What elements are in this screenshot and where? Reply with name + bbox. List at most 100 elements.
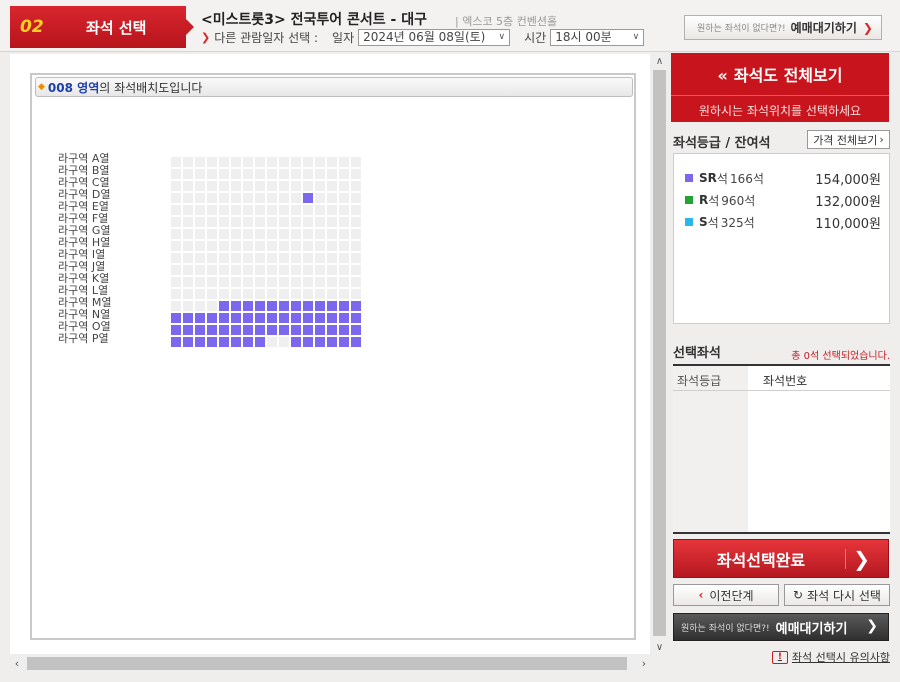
seat-unavailable (183, 277, 193, 287)
seat-available[interactable] (231, 337, 241, 347)
seat-unavailable (351, 193, 361, 203)
seat-available[interactable] (279, 301, 289, 311)
seat-available[interactable] (171, 325, 181, 335)
seat-unavailable (183, 181, 193, 191)
date-select[interactable]: 2024년 06월 08일(토) ∨ (358, 29, 511, 46)
seat-available[interactable] (219, 313, 229, 323)
seat-available[interactable] (231, 325, 241, 335)
seat-available[interactable] (171, 337, 181, 347)
seat-available[interactable] (303, 301, 313, 311)
scroll-up-icon[interactable]: ∧ (651, 54, 668, 68)
seat-available[interactable] (219, 325, 229, 335)
seat-available[interactable] (267, 301, 277, 311)
area-header: ◆ 008 영역 의 좌석배치도입니다 (35, 77, 633, 97)
seat-unavailable (267, 193, 277, 203)
seat-grid[interactable] (171, 157, 363, 349)
time-select[interactable]: 18시 00분 ∨ (550, 29, 645, 46)
seat-available[interactable] (255, 325, 265, 335)
seat-available[interactable] (327, 313, 337, 323)
seat-available[interactable] (255, 313, 265, 323)
seat-available[interactable] (327, 325, 337, 335)
seat-unavailable (171, 205, 181, 215)
seat-available[interactable] (267, 325, 277, 335)
full-seat-map-button[interactable]: « 좌석도 전체보기 원하시는 좌석위치를 선택하세요 (671, 53, 889, 122)
seat-available[interactable] (219, 301, 229, 311)
seat-available[interactable] (231, 301, 241, 311)
horizontal-scrollbar[interactable]: ‹ › (10, 655, 651, 672)
seat-available[interactable] (171, 313, 181, 323)
seat-available[interactable] (291, 301, 301, 311)
scroll-right-icon[interactable]: › (637, 655, 651, 672)
seat-unavailable (303, 205, 313, 215)
seat-available[interactable] (219, 337, 229, 347)
seat-caution-link[interactable]: ! 좌석 선택시 유의사항 (771, 649, 890, 665)
seat-available[interactable] (327, 337, 337, 347)
grade-row-sr[interactable]: SR 석 166석 154,000원 (685, 170, 881, 188)
seat-available[interactable] (267, 313, 277, 323)
grade-row-r[interactable]: R 석 960석 132,000원 (685, 192, 881, 210)
seat-unavailable (327, 181, 337, 191)
seat-available[interactable] (315, 337, 325, 347)
seat-available[interactable] (243, 313, 253, 323)
seat-available[interactable] (291, 337, 301, 347)
price-all-button[interactable]: 가격 전체보기 › (807, 130, 890, 149)
waitlist-button-bottom[interactable]: 원하는 좌석이 없다면?! 예매대기하기 ❯ (673, 613, 889, 641)
seat-unavailable (255, 241, 265, 251)
seat-available[interactable] (255, 301, 265, 311)
horizontal-scroll-thumb[interactable] (27, 657, 627, 670)
seat-available[interactable] (243, 337, 253, 347)
seat-unavailable (219, 277, 229, 287)
reselect-seats-button[interactable]: ↻ 좌석 다시 선택 (784, 584, 890, 606)
grade-row-s[interactable]: S 석 325석 110,000원 (685, 214, 881, 232)
seat-available[interactable] (207, 313, 217, 323)
scroll-down-icon[interactable]: ∨ (651, 640, 668, 654)
vertical-scrollbar[interactable]: ∧ ∨ (651, 54, 668, 654)
seat-available[interactable] (339, 337, 349, 347)
seat-available[interactable] (351, 301, 361, 311)
seat-available[interactable] (327, 301, 337, 311)
seat-available[interactable] (303, 313, 313, 323)
seat-available[interactable] (279, 313, 289, 323)
chevron-down-icon: ∨ (498, 32, 506, 42)
seat-available[interactable] (195, 337, 205, 347)
seat-available[interactable] (351, 337, 361, 347)
seat-available[interactable] (243, 301, 253, 311)
seat-available[interactable] (315, 313, 325, 323)
seat-unavailable (195, 301, 205, 311)
seat-available[interactable] (351, 313, 361, 323)
complete-selection-button[interactable]: 좌석선택완료 ❯ (673, 539, 889, 578)
seat-available[interactable] (183, 313, 193, 323)
seat-unavailable (291, 217, 301, 227)
seat-available[interactable] (195, 313, 205, 323)
seat-available[interactable] (339, 325, 349, 335)
seat-available[interactable] (195, 325, 205, 335)
seat-available[interactable] (231, 313, 241, 323)
seat-available[interactable] (279, 325, 289, 335)
seat-available[interactable] (291, 313, 301, 323)
seat-available[interactable] (315, 301, 325, 311)
seat-unavailable (327, 265, 337, 275)
vertical-scroll-thumb[interactable] (653, 70, 666, 636)
seat-available[interactable] (315, 325, 325, 335)
seat-available[interactable] (303, 337, 313, 347)
seat-available[interactable] (207, 325, 217, 335)
date-selector-row: ❯ 다른 관람일자 선택 : 일자 2024년 06월 08일(토) ∨ 시간 … (201, 29, 645, 46)
seat-available[interactable] (183, 325, 193, 335)
seat-available[interactable] (291, 325, 301, 335)
seat-available[interactable] (303, 193, 313, 203)
previous-step-button[interactable]: ‹ 이전단계 (673, 584, 779, 606)
seat-available[interactable] (207, 337, 217, 347)
waitlist-button-top[interactable]: 원하는 좌석이 없다면?! 예매대기하기 ❯ (684, 15, 882, 40)
seat-unavailable (315, 277, 325, 287)
seat-available[interactable] (351, 325, 361, 335)
seat-available[interactable] (183, 337, 193, 347)
seat-available[interactable] (339, 313, 349, 323)
seat-unavailable (243, 157, 253, 167)
seat-unavailable (171, 265, 181, 275)
seat-available[interactable] (339, 301, 349, 311)
seat-unavailable (219, 181, 229, 191)
seat-available[interactable] (243, 325, 253, 335)
seat-available[interactable] (255, 337, 265, 347)
seat-available[interactable] (303, 325, 313, 335)
scroll-left-icon[interactable]: ‹ (10, 655, 24, 672)
